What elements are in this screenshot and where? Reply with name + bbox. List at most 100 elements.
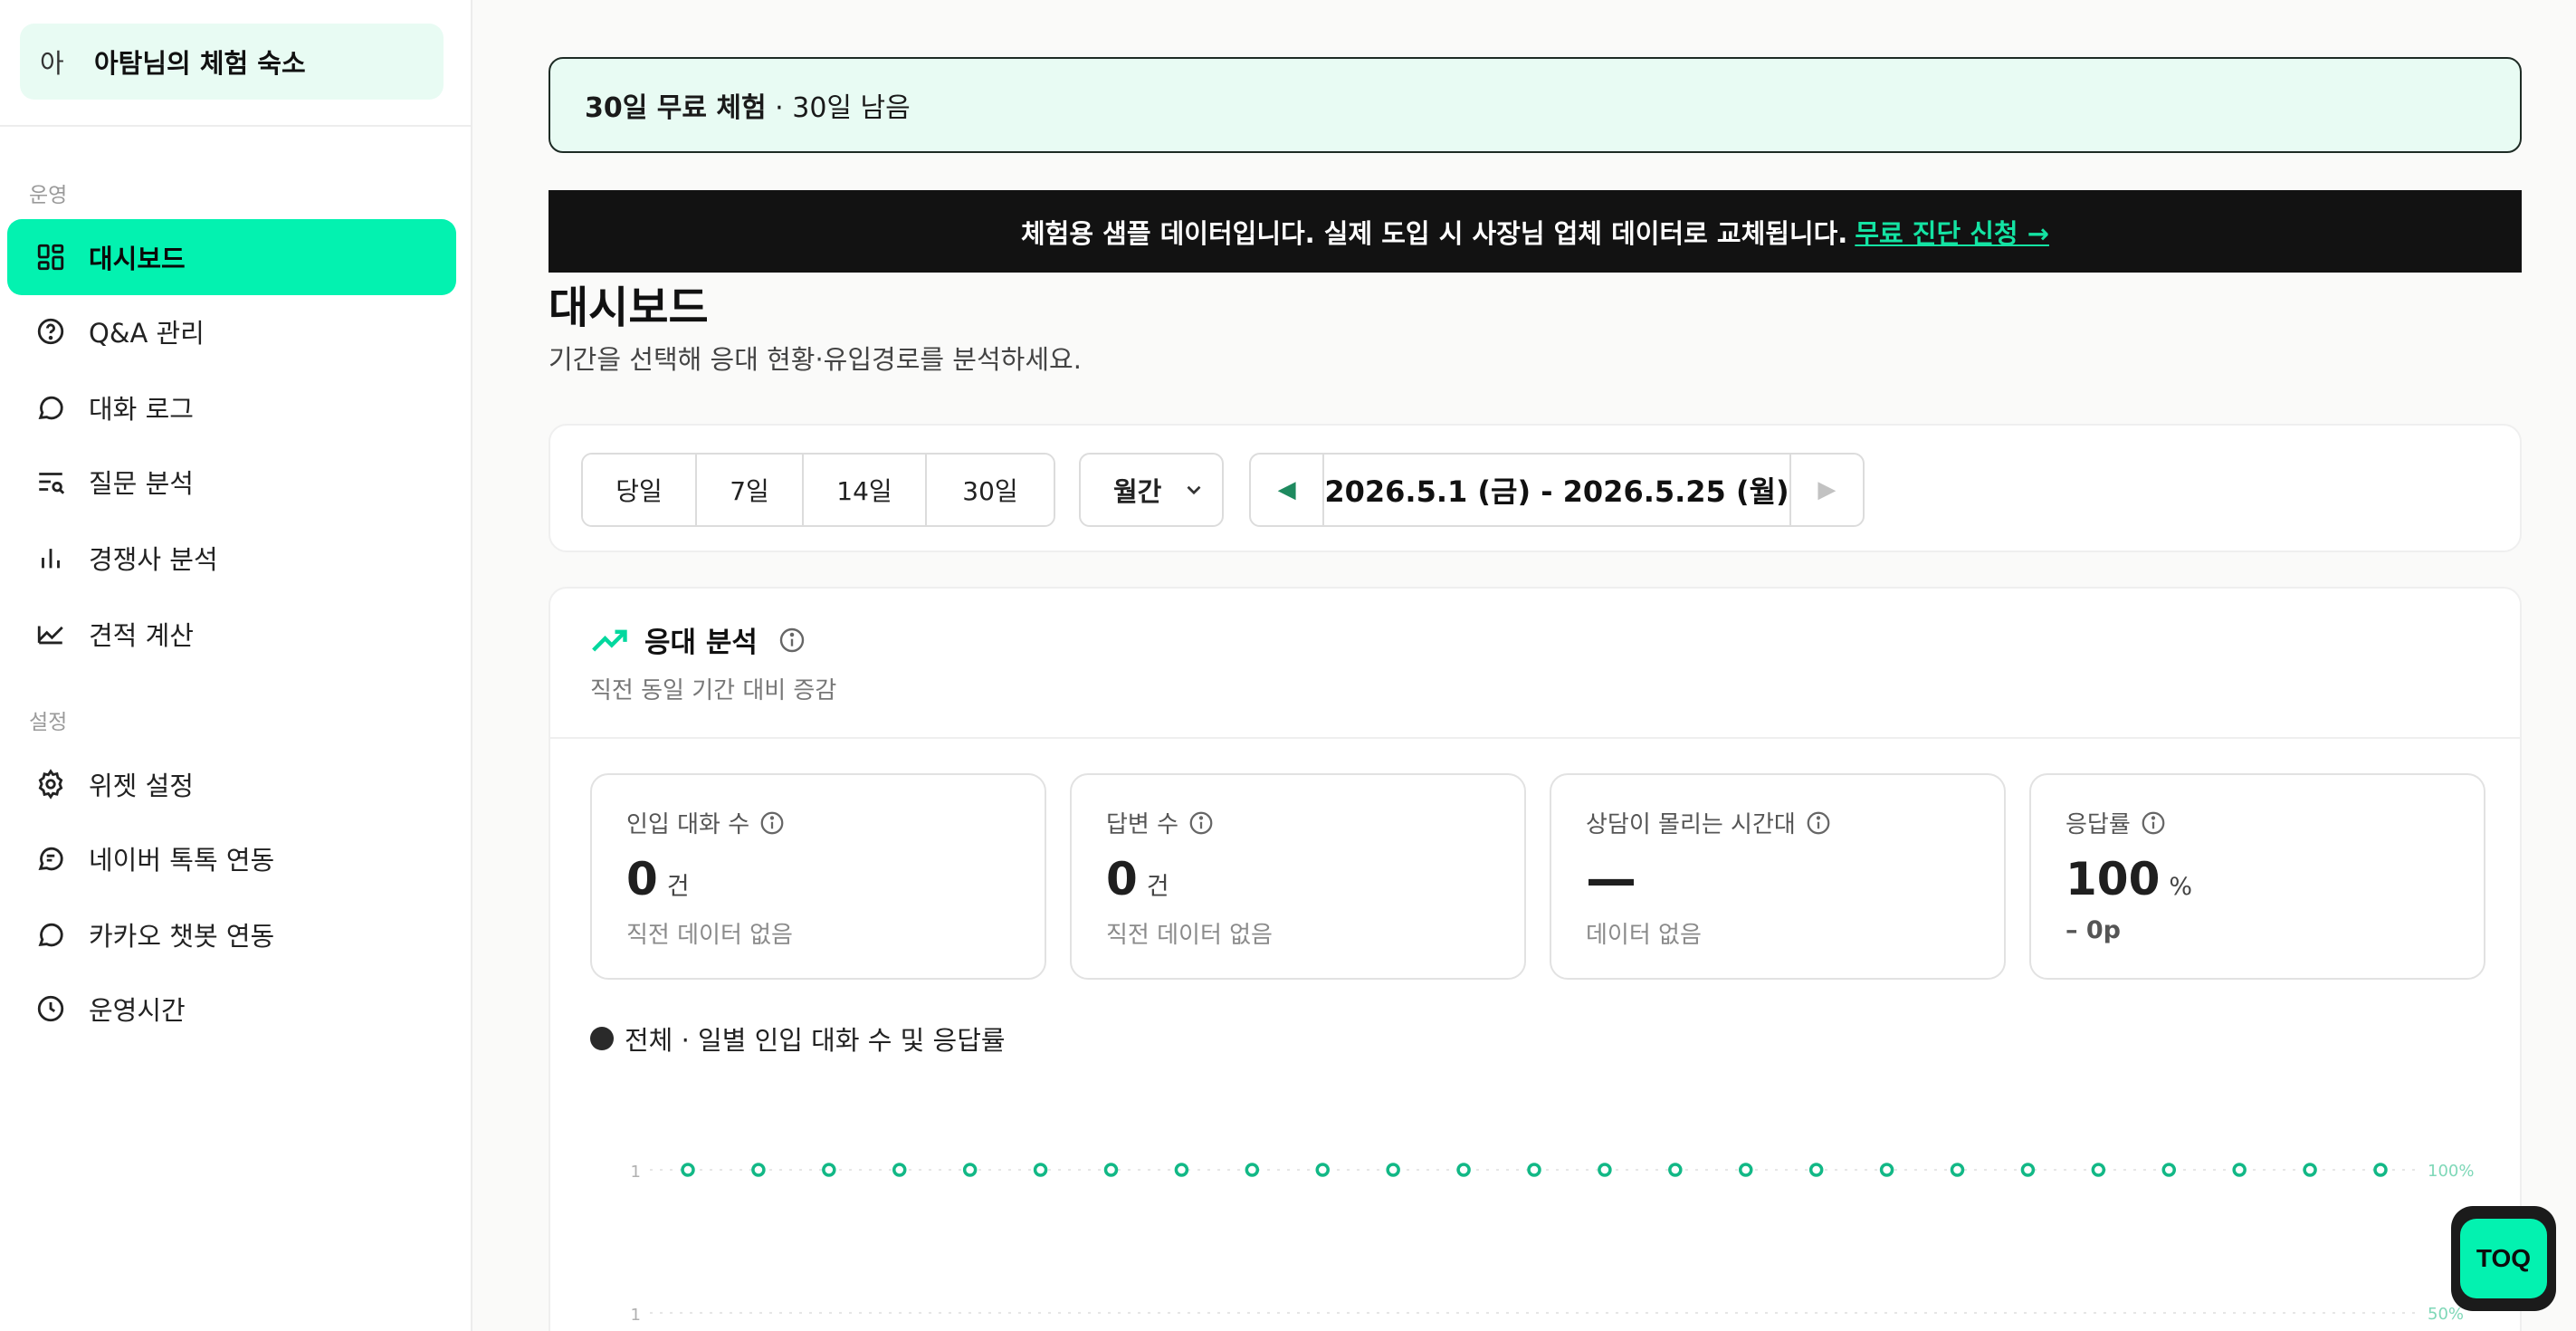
range-14d-button[interactable]: 14일 [804,455,927,525]
sidebar-item-kakao-chatbot[interactable]: 카카오 챗봇 연동 [7,896,456,972]
metric-value: 0 [1106,853,1138,905]
metric-label-row: 답변 수 [1106,806,1215,839]
sidebar-item-label: 경쟁사 분석 [89,544,218,575]
sidebar-item-label: 대시보드 [89,244,186,274]
date-range-label: 2026.5.1 (금) - 2026.5.25 (월) [1324,474,1789,509]
sidebar-item-competitor[interactable]: 경쟁사 분석 [7,520,456,596]
toq-logo-icon: TOQ [2460,1219,2547,1298]
range-30d-button[interactable]: 30일 [927,455,1054,525]
date-filter-card: 당일 7일 14일 30일 월간 ◀ 2026.5.1 (금) - 2026.5… [549,424,2522,552]
metric-label: 답변 수 [1106,811,1179,838]
response-rate-point [1527,1163,1541,1177]
sidebar-item-business-hours[interactable]: 운영시간 [7,971,456,1047]
response-analysis-subtitle: 직전 동일 기간 대비 증감 [590,677,837,704]
info-icon[interactable] [778,626,806,655]
response-rate-point [2232,1163,2247,1177]
org-avatar: 아 [40,48,64,79]
response-rate-point [1808,1163,1824,1177]
y-right-tick-label: 100% [2428,1162,2474,1181]
bar-chart-icon [33,540,69,576]
section-label-operations: 운영 [29,184,68,207]
sidebar-item-dashboard[interactable]: 대시보드 [7,219,456,295]
chat-bubble-icon [33,389,69,426]
response-rate-point [1386,1163,1400,1177]
response-rate-point [1668,1163,1683,1177]
metric-value: — [1586,850,1636,909]
clock-icon [33,991,69,1027]
sidebar-item-widget-settings[interactable]: 위젯 설정 [7,746,456,822]
sidebar-item-estimate[interactable]: 견적 계산 [7,596,456,672]
info-icon[interactable] [758,809,786,837]
sample-data-text: 체험용 샘플 데이터입니다. 실제 도입 시 사장님 업체 데이터로 교체됩니다… [1021,217,1848,249]
range-segmented-control: 당일 7일 14일 30일 [581,453,1055,527]
metric-card-inbound: 인입 대화 수 0 건 직전 데이터 없음 [590,773,1046,980]
response-rate-point [1739,1163,1753,1177]
section-label-settings: 설정 [29,711,68,734]
metric-comparison: 직전 데이터 없음 [1106,922,1273,949]
sidebar-item-label: 질문 분석 [89,468,194,499]
sample-data-notice: 체험용 샘플 데이터입니다. 실제 도입 시 사장님 업체 데이터로 교체됩니다… [549,190,2522,273]
trend-chart-icon [33,616,69,652]
org-switcher[interactable]: 아 아탐님의 체험 숙소 [20,24,444,100]
y-right-tick-label: 50% [2428,1305,2464,1324]
period-select[interactable]: 월간 [1079,453,1224,527]
response-rate-point [1456,1163,1471,1177]
response-rate-point [1598,1163,1612,1177]
question-circle-icon [33,313,69,350]
response-rate-point [892,1163,907,1177]
range-7d-button[interactable]: 7일 [697,455,804,525]
metric-value-row: — [1586,853,1636,907]
page-subtitle: 기간을 선택해 응대 현황·유입경로를 분석하세요. [549,344,1082,375]
metric-value-row: 100 % [2066,853,2192,905]
response-rate-point [2020,1163,2036,1177]
daily-chart: 1 100% 1 50% [631,1162,2475,1325]
y-left-tick-label: 1 [631,1163,641,1182]
response-rate-point [751,1163,766,1177]
response-rate-point [2373,1163,2388,1177]
sidebar-item-label: 운영시간 [89,995,186,1026]
sidebar-item-chat-log[interactable]: 대화 로그 [7,369,456,445]
sidebar-item-qa[interactable]: Q&A 관리 [7,293,456,369]
info-icon[interactable] [2140,809,2167,837]
org-name: 아탐님의 체험 숙소 [94,48,306,79]
card-divider [550,737,2520,739]
chart-title-row: 전체 · 일별 인입 대화 수 및 응답률 [590,1020,1006,1058]
response-rate-point [1315,1163,1330,1177]
prev-range-button[interactable]: ◀ [1251,455,1325,525]
next-range-button[interactable]: ▶ [1789,455,1863,525]
sidebar: 아 아탐님의 체험 숙소 운영 대시보드 Q&A 관리 대화 로그 질문 분석 … [0,0,472,1331]
range-today-button[interactable]: 당일 [583,455,697,525]
metric-comparison: – 0p [2066,916,2122,944]
sidebar-item-naver-talk[interactable]: 네이버 톡톡 연동 [7,820,456,896]
response-rate-point [1033,1163,1048,1177]
sidebar-item-label: 견적 계산 [89,620,194,651]
chat-launcher-button[interactable]: TOQ [2451,1206,2556,1311]
response-analysis-title: 응대 분석 [644,627,758,659]
response-rate-point [1879,1163,1894,1177]
metric-label: 인입 대화 수 [626,811,750,838]
sidebar-item-label: 대화 로그 [89,394,194,425]
response-rate-point [2091,1163,2106,1177]
trending-up-icon [592,629,627,652]
sidebar-item-question-analysis[interactable]: 질문 분석 [7,444,456,520]
sidebar-item-label: 위젯 설정 [89,771,194,801]
metric-label: 응답률 [2066,811,2131,838]
info-icon[interactable] [1188,809,1215,837]
info-icon[interactable] [1805,809,1832,837]
metric-comparison: 데이터 없음 [1586,922,1702,949]
free-diagnosis-link[interactable]: 무료 진단 신청 → [1855,213,2049,251]
sidebar-divider [0,125,471,127]
chat-bubble-icon [33,916,69,953]
metric-label: 상담이 몰리는 시간대 [1586,811,1796,838]
response-analysis-header: 응대 분석 [590,619,806,660]
metric-unit: 건 [666,873,690,901]
trial-banner: 30일 무료 체험 · 30일 남음 [549,57,2522,153]
metric-card-peak-hours: 상담이 몰리는 시간대 — 데이터 없음 [1550,773,2006,980]
trial-banner-remaining: · 30일 남음 [766,92,911,124]
talk-bubble-icon [33,840,69,876]
metric-card-response-rate: 응답률 100 % – 0p [2029,773,2485,980]
response-rate-point [681,1163,695,1177]
response-rate-point [2303,1163,2317,1177]
response-rate-point [1950,1163,1965,1177]
trial-banner-title: 30일 무료 체험 [585,92,767,124]
